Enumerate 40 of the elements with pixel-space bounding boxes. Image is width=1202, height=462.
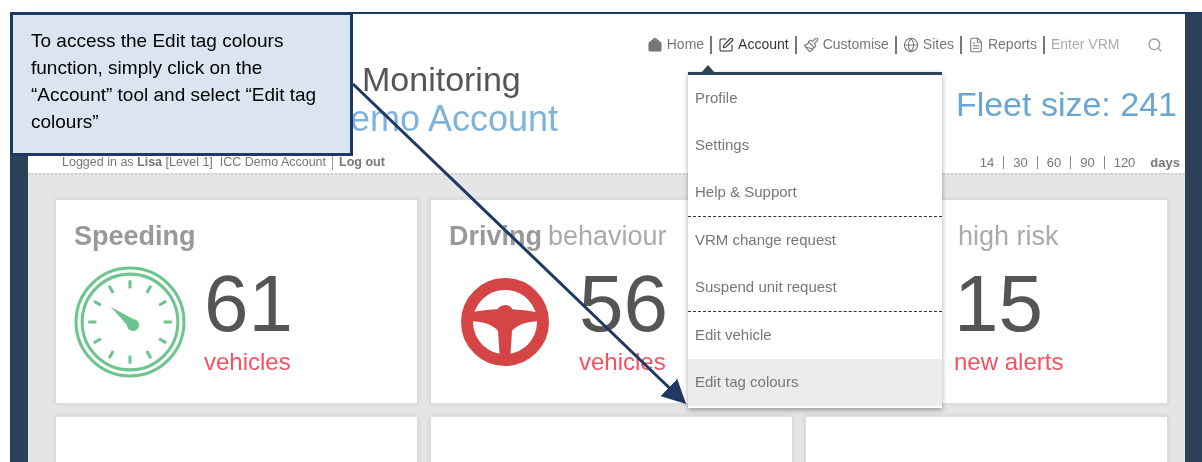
card-title: Speeding — [74, 219, 196, 253]
app-title: Monitoring — [361, 59, 522, 99]
nav-link[interactable]: Sites — [902, 34, 954, 55]
period-link[interactable]: 60 — [1046, 153, 1062, 173]
count-unit: new alerts — [954, 346, 1064, 377]
period-link[interactable]: 120 — [1113, 153, 1136, 173]
vehicle-count: 56 — [579, 263, 668, 344]
nav-link[interactable]: Account — [718, 34, 789, 55]
document-icon — [967, 36, 984, 53]
speedometer-icon — [74, 265, 186, 378]
logout-link[interactable]: Log out — [339, 153, 385, 173]
period-link[interactable]: 30 — [1013, 153, 1028, 173]
vehicle-count: 61 — [204, 263, 293, 344]
search-icon[interactable] — [1147, 36, 1163, 53]
period-link[interactable]: 90 — [1080, 153, 1095, 173]
vehicle-count: 15 — [954, 263, 1044, 344]
brush-icon — [802, 36, 819, 53]
callout-box: To access the Edit tag colours function, simply click on the “Account” tool and select “Edit tag colours” — [10, 12, 353, 156]
menu-item[interactable]: Settings — [688, 122, 942, 169]
period-unit: days — [1150, 154, 1180, 172]
menu-item[interactable]: Profile — [688, 75, 942, 122]
period-link[interactable]: 14 — [979, 153, 995, 173]
card-subtitle: behaviour — [548, 219, 667, 253]
menu-item[interactable]: VRM change request — [688, 217, 942, 264]
vrm-search-field[interactable]: Enter VRM — [1051, 34, 1131, 55]
count-unit: vehicles — [204, 346, 292, 377]
globe-icon — [902, 36, 919, 53]
menu-item[interactable]: Help & Support — [688, 169, 942, 216]
menu-item[interactable]: Edit vehicle — [688, 312, 942, 359]
steering-wheel-icon — [460, 276, 550, 367]
nav-link[interactable]: Reports — [967, 34, 1037, 55]
card-subtitle: high risk — [958, 219, 1059, 253]
edit-icon — [718, 36, 735, 53]
nav-link[interactable]: Customise — [802, 34, 889, 55]
home-icon — [646, 36, 663, 53]
menu-item[interactable]: Edit tag colours — [688, 359, 942, 406]
nav-link[interactable]: Home — [646, 34, 705, 55]
fleet-size: Fleet size: 241 — [955, 84, 1177, 125]
menu-item[interactable]: Suspend unit request — [688, 264, 942, 311]
login-info: Logged in as Lisa [Level 1] ICC Demo Account — [62, 154, 327, 172]
